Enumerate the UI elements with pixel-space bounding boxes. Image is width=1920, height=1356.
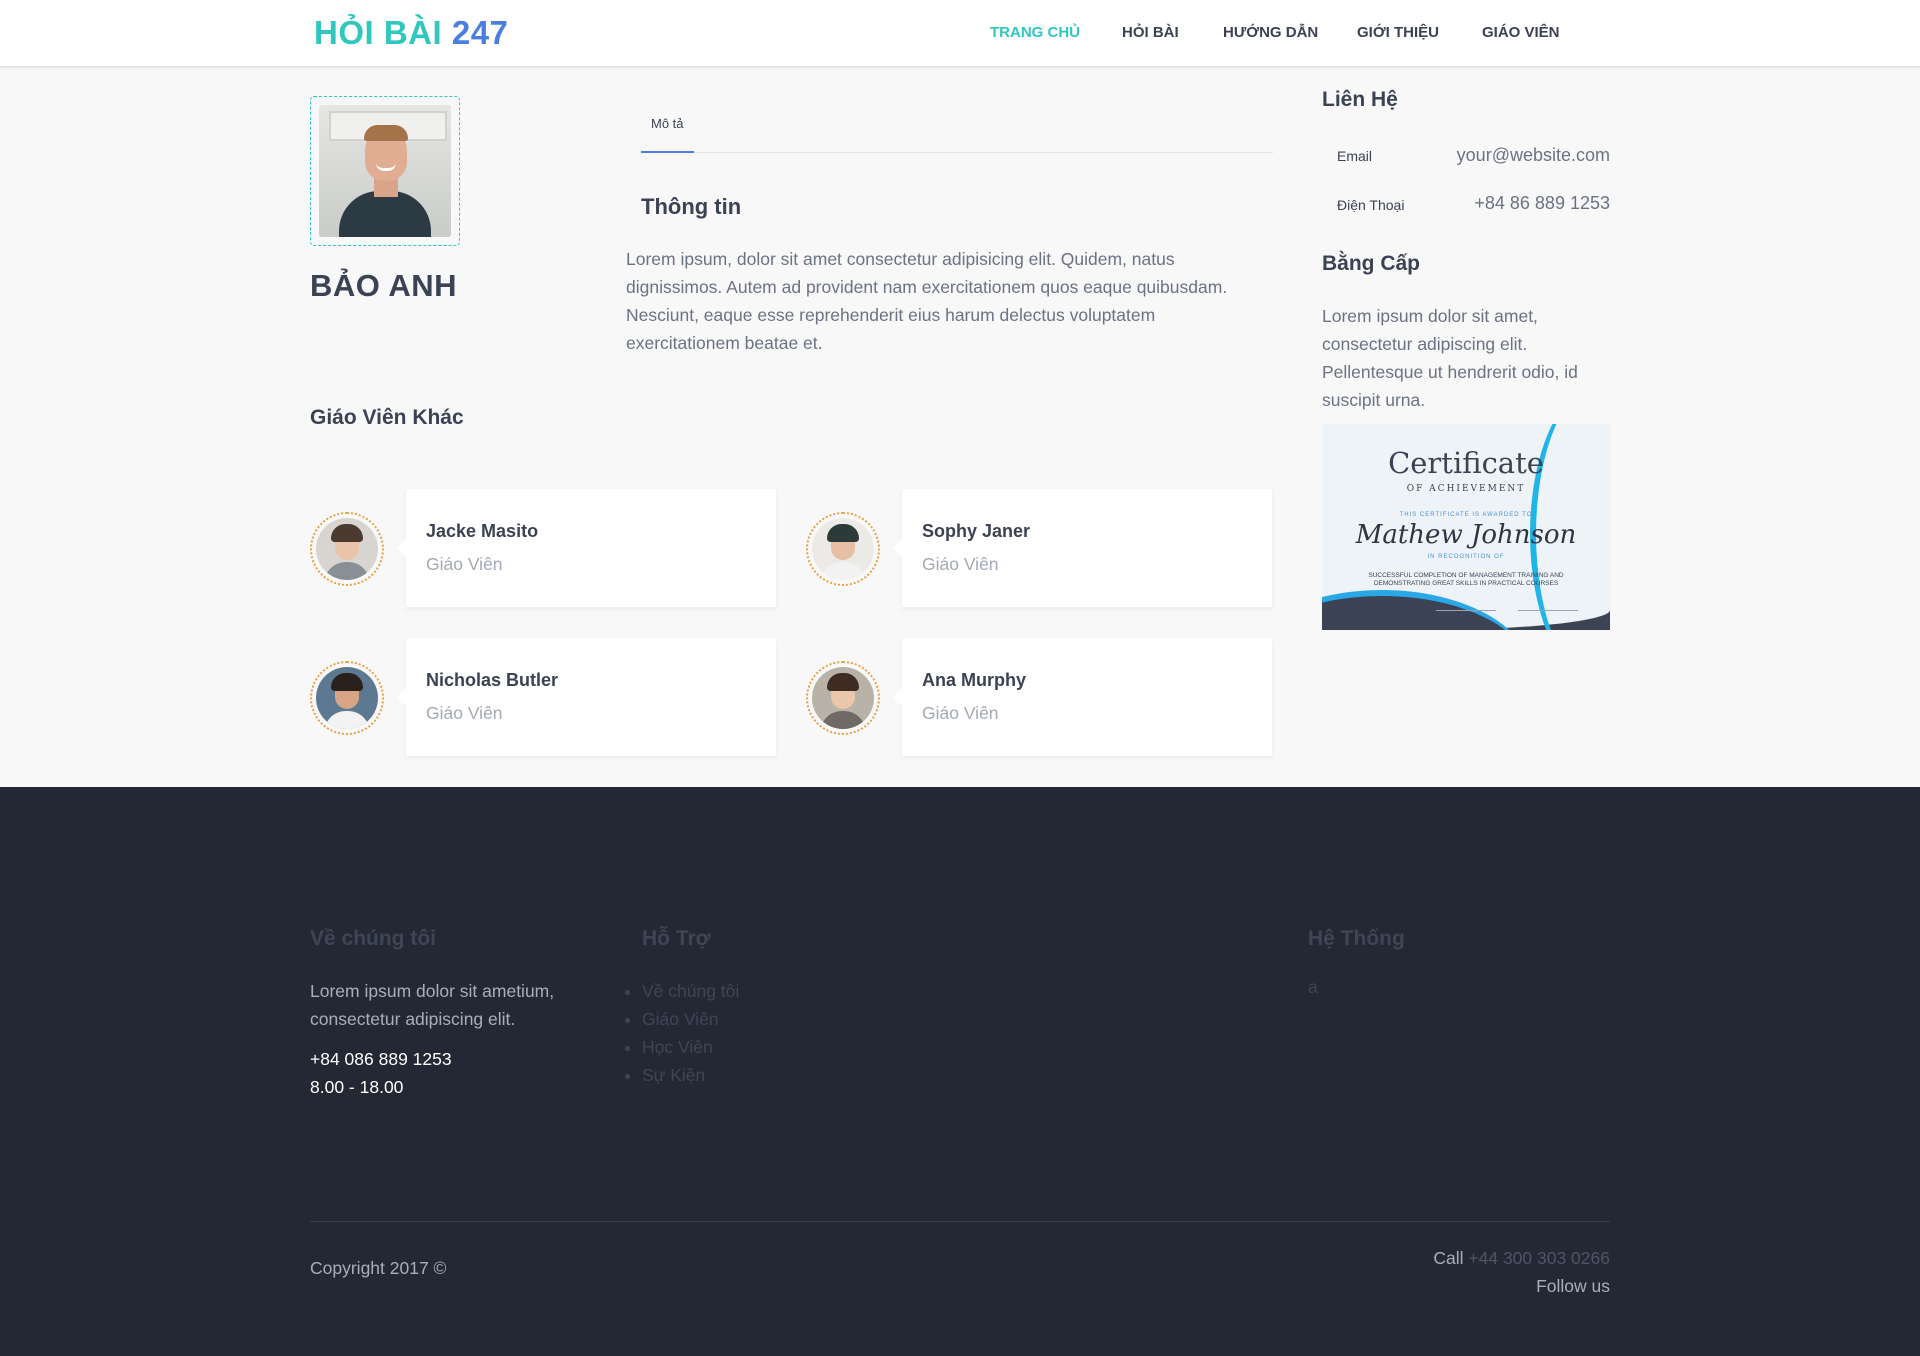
footer-divider [310, 1221, 1610, 1222]
footer-system-title: Hệ Thống [1308, 927, 1405, 950]
certificate-recipient: Mathew Johnson [1355, 520, 1577, 550]
profile-tabs: Mô tả [641, 108, 1273, 153]
tab-description[interactable]: Mô tả [641, 108, 694, 153]
profile-name: BẢO ANH [310, 268, 458, 303]
info-text: Lorem ipsum, dolor sit amet consectetur … [626, 249, 1228, 353]
other-teachers-title: Giáo Viên Khác [310, 406, 464, 429]
nav-item-home[interactable]: TRANG CHỦ [990, 24, 1080, 41]
certificate-recognition: IN RECOGNITION OF [1427, 554, 1505, 560]
footer-link-teachers[interactable]: Giáo Viên [642, 1005, 739, 1033]
nav-item-about[interactable]: GIỚI THIỆU [1357, 24, 1439, 41]
teacher-avatar [310, 512, 384, 586]
teacher-card[interactable]: Ana Murphy Giáo Viên [806, 638, 1272, 756]
degree-text: Lorem ipsum dolor sit amet, consectetur … [1322, 306, 1578, 410]
teacher-card[interactable]: Jacke Masito Giáo Viên [310, 489, 776, 607]
teacher-info-box: Jacke Masito Giáo Viên [397, 489, 776, 607]
certificate-date-line [1436, 610, 1496, 611]
email-label: Email [1337, 148, 1373, 164]
footer-about-title: Về chúng tôi [310, 927, 436, 950]
teacher-name[interactable]: Sophy Janer [922, 521, 1030, 542]
footer-hours: 8.00 - 18.00 [310, 1077, 404, 1097]
nav-item-ask[interactable]: HỎI BÀI [1122, 24, 1179, 41]
teacher-name[interactable]: Nicholas Butler [426, 670, 558, 691]
nav-item-guide[interactable]: HƯỚNG DẪN [1223, 24, 1318, 41]
teacher-name[interactable]: Ana Murphy [922, 670, 1026, 691]
teacher-info-box: Sophy Janer Giáo Viên [893, 489, 1272, 607]
certificate-description: SUCCESSFUL COMPLETION OF MANAGEMENT TRAI… [1368, 572, 1564, 587]
certificate-awarded: THIS CERTIFICATE IS AWARDED TO [1399, 512, 1533, 518]
teacher-role: Giáo Viên [922, 554, 999, 574]
degree-title: Bằng Cấp [1322, 252, 1421, 275]
teacher-info-box: Nicholas Butler Giáo Viên [397, 638, 776, 756]
phone-value[interactable]: +84 86 889 1253 [1474, 193, 1610, 214]
footer-support-title: Hỗ Trợ [642, 927, 711, 950]
certificate-title: Certificate [1388, 446, 1544, 480]
teacher-avatar [806, 512, 880, 586]
footer-link-events[interactable]: Sự Kiện [642, 1061, 739, 1089]
footer-link-about[interactable]: Về chúng tôi [642, 977, 739, 1005]
footer-phone[interactable]: +84 086 889 1253 [310, 1045, 452, 1073]
site-footer: Về chúng tôi Lorem ipsum dolor sit ameti… [0, 787, 1920, 1356]
teacher-info-box: Ana Murphy Giáo Viên [893, 638, 1272, 756]
logo-text-main: HỎI BÀI [314, 14, 443, 51]
info-title: Thông tin [641, 194, 742, 219]
contact-title: Liên Hệ [1322, 88, 1398, 111]
teacher-role: Giáo Viên [922, 703, 999, 723]
teacher-card[interactable]: Nicholas Butler Giáo Viên [310, 638, 776, 756]
footer-call: Call +44 300 303 0266 [1433, 1248, 1610, 1269]
teacher-card[interactable]: Sophy Janer Giáo Viên [806, 489, 1272, 607]
site-logo[interactable]: HỎI BÀI 247 [314, 14, 508, 52]
profile-photo [319, 105, 451, 237]
teacher-role: Giáo Viên [426, 703, 503, 723]
footer-link-students[interactable]: Học Viên [642, 1033, 739, 1061]
footer-support-list: Về chúng tôi Giáo Viên Học Viên Sự Kiện [642, 977, 739, 1089]
teacher-avatar [806, 661, 880, 735]
nav-item-teachers[interactable]: GIÁO VIÊN [1482, 24, 1560, 41]
logo-text-number: 247 [451, 14, 509, 51]
footer-call-label: Call [1433, 1248, 1464, 1268]
footer-call-number[interactable]: +44 300 303 0266 [1468, 1248, 1610, 1268]
certificate-signature-line [1518, 610, 1578, 611]
footer-contact: +84 086 889 1253 8.00 - 18.00 [310, 1045, 452, 1101]
email-value[interactable]: your@website.com [1457, 145, 1610, 166]
footer-copyright: Copyright 2017 © [310, 1258, 447, 1278]
teacher-name[interactable]: Jacke Masito [426, 521, 538, 542]
profile-photo-frame [310, 96, 460, 246]
teacher-avatar [310, 661, 384, 735]
phone-label: Điện Thoại [1337, 197, 1405, 213]
footer-system-text[interactable]: a [1308, 977, 1318, 998]
certificate-subtitle: OF ACHIEVEMENT [1406, 484, 1526, 494]
footer-follow[interactable]: Follow us [1536, 1276, 1610, 1297]
footer-about-text: Lorem ipsum dolor sit ametium, consectet… [310, 981, 555, 1029]
teacher-role: Giáo Viên [426, 554, 503, 574]
certificate-image: Certificate OF ACHIEVEMENT THIS CERTIFIC… [1322, 424, 1610, 630]
site-header: HỎI BÀI 247 TRANG CHỦ HỎI BÀI HƯỚNG DẪN … [0, 0, 1920, 67]
